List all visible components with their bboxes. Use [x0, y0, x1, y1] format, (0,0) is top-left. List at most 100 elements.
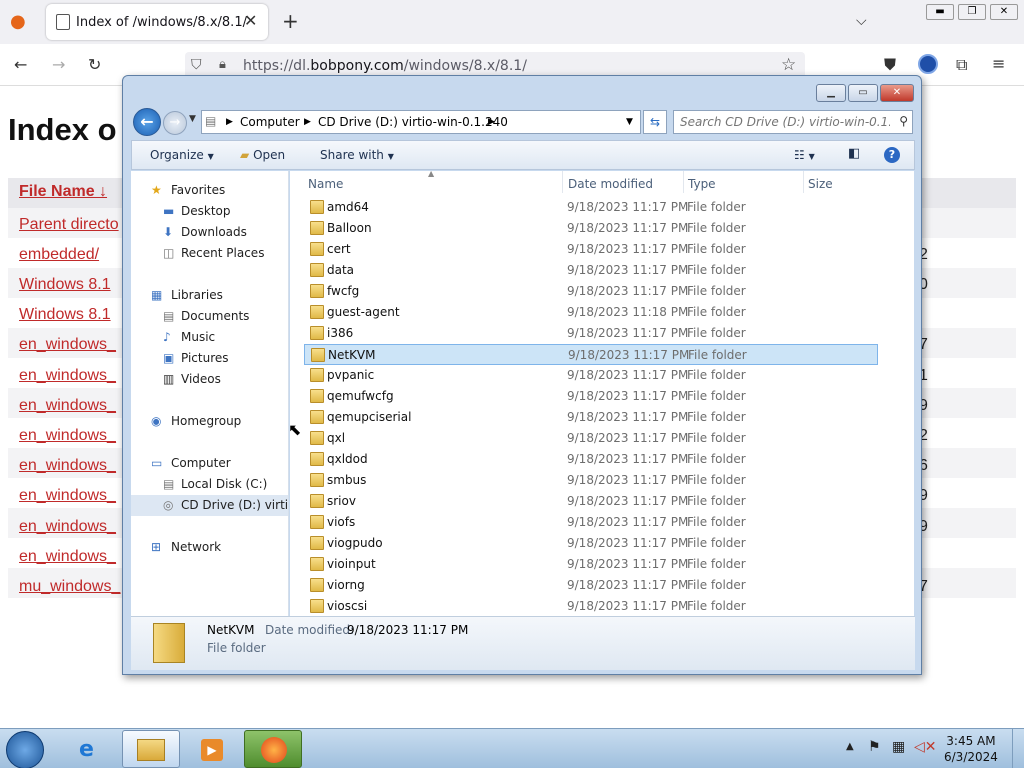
- file-link[interactable]: Windows 8.1: [19, 306, 111, 324]
- nav-computer[interactable]: Computer: [171, 456, 231, 470]
- breadcrumb-separator-icon[interactable]: ▶: [488, 117, 495, 127]
- minimize-button[interactable]: ▬: [926, 4, 954, 20]
- file-link[interactable]: en_windows_: [19, 457, 116, 475]
- nav-recent-places[interactable]: Recent Places: [181, 246, 264, 260]
- file-link[interactable]: en_windows_: [19, 518, 116, 536]
- nav-videos[interactable]: Videos: [181, 372, 221, 386]
- help-icon[interactable]: ?: [884, 147, 900, 163]
- media-player-taskbar-button[interactable]: ▶: [182, 730, 240, 768]
- shield-icon[interactable]: ⛉: [191, 57, 202, 73]
- share-with-button[interactable]: Share with ▼: [320, 148, 394, 162]
- organize-button[interactable]: Organize ▼: [150, 148, 214, 162]
- column-date-modified[interactable]: Date modified: [568, 177, 653, 191]
- show-hidden-icons[interactable]: ▲: [846, 741, 854, 752]
- address-dropdown-icon[interactable]: ▼: [626, 117, 633, 127]
- search-input[interactable]: [680, 112, 890, 132]
- file-row[interactable]: guest-agent 9/18/2023 11:18 PM File folder: [304, 302, 878, 323]
- preview-pane-icon[interactable]: ◧: [848, 146, 860, 161]
- firefox-taskbar-button[interactable]: [244, 730, 302, 768]
- file-link[interactable]: en_windows_: [19, 427, 116, 445]
- account-icon[interactable]: [918, 54, 938, 74]
- address-box[interactable]: ▤ ▶ Computer ▶ CD Drive (D:) virtio-win-…: [201, 110, 641, 134]
- file-link[interactable]: en_windows_: [19, 367, 116, 385]
- action-center-flag-icon[interactable]: ⚑: [868, 739, 881, 755]
- explorer-close-button[interactable]: ✕: [880, 84, 914, 102]
- file-row[interactable]: qxl 9/18/2023 11:17 PM File folder: [304, 428, 878, 449]
- file-row[interactable]: amd64 9/18/2023 11:17 PM File folder: [304, 197, 878, 218]
- search-box[interactable]: ⚲: [673, 110, 913, 134]
- breadcrumb-separator-icon[interactable]: ▶: [304, 117, 311, 127]
- file-link[interactable]: mu_windows_: [19, 578, 120, 596]
- open-button[interactable]: ▰ Open: [240, 148, 285, 162]
- nav-favorites[interactable]: Favorites: [171, 183, 225, 197]
- nav-downloads[interactable]: Downloads: [181, 225, 247, 239]
- column-name[interactable]: Name: [308, 177, 343, 191]
- file-row[interactable]: qemufwcfg 9/18/2023 11:17 PM File folder: [304, 386, 878, 407]
- refresh-icon[interactable]: ⇆: [643, 110, 667, 134]
- new-tab-icon[interactable]: +: [282, 11, 299, 31]
- view-options-icon[interactable]: ☷ ▼: [794, 148, 815, 162]
- nav-pictures[interactable]: Pictures: [181, 351, 229, 365]
- forward-icon[interactable]: →: [52, 55, 65, 74]
- file-row[interactable]: smbus 9/18/2023 11:17 PM File folder: [304, 470, 878, 491]
- firefox-menu-icon[interactable]: ●: [10, 13, 26, 31]
- breadcrumb-computer[interactable]: Computer: [240, 115, 300, 129]
- file-row[interactable]: Balloon 9/18/2023 11:17 PM File folder: [304, 218, 878, 239]
- extensions-icon[interactable]: ⧉: [956, 55, 967, 75]
- nav-network[interactable]: Network: [171, 540, 221, 554]
- nav-libraries[interactable]: Libraries: [171, 288, 223, 302]
- close-tab-icon[interactable]: ✕: [244, 11, 257, 30]
- nav-desktop[interactable]: Desktop: [181, 204, 231, 218]
- file-link[interactable]: en_windows_: [19, 487, 116, 505]
- file-row[interactable]: cert 9/18/2023 11:17 PM File folder: [304, 239, 878, 260]
- search-icon[interactable]: ⚲: [899, 114, 908, 128]
- column-type[interactable]: Type: [688, 177, 716, 191]
- network-tray-icon[interactable]: ▦: [892, 739, 905, 755]
- breadcrumb-separator-icon[interactable]: ▶: [226, 117, 233, 127]
- internet-explorer-taskbar-button[interactable]: e: [62, 730, 120, 768]
- sort-file-name-link[interactable]: File Name ↓: [19, 183, 107, 201]
- file-row[interactable]: qemupciserial 9/18/2023 11:17 PM File fold…: [304, 407, 878, 428]
- file-link[interactable]: Parent directo: [19, 216, 119, 234]
- clock[interactable]: 3:45 AM 6/3/2024: [944, 733, 998, 765]
- file-row[interactable]: fwcfg 9/18/2023 11:17 PM File folder: [304, 281, 878, 302]
- nav-documents[interactable]: Documents: [181, 309, 249, 323]
- file-row[interactable]: viofs 9/18/2023 11:17 PM File folder: [304, 512, 878, 533]
- file-link[interactable]: en_windows_: [19, 336, 116, 354]
- close-window-button[interactable]: ✕: [990, 4, 1018, 20]
- file-row[interactable]: vioscsi 9/18/2023 11:17 PM File folder: [304, 596, 878, 616]
- browser-tab[interactable]: Index of /windows/8.x/8.1/ ✕: [46, 4, 268, 40]
- url-text[interactable]: https://dl.bobpony.com/windows/8.x/8.1/: [243, 58, 527, 74]
- file-row[interactable]: NetKVM 9/18/2023 11:17 PM File folder: [304, 344, 878, 365]
- breadcrumb-cd-drive[interactable]: CD Drive (D:) virtio-win-0.1.240: [318, 115, 508, 129]
- file-row[interactable]: pvpanic 9/18/2023 11:17 PM File folder: [304, 365, 878, 386]
- lock-icon[interactable]: 🔒︎: [219, 57, 226, 72]
- pocket-icon[interactable]: ⛊: [884, 55, 896, 75]
- file-row[interactable]: i386 9/18/2023 11:17 PM File folder: [304, 323, 878, 344]
- file-row[interactable]: data 9/18/2023 11:17 PM File folder: [304, 260, 878, 281]
- file-row[interactable]: viogpudo 9/18/2023 11:17 PM File folder: [304, 533, 878, 554]
- file-row[interactable]: qxldod 9/18/2023 11:17 PM File folder: [304, 449, 878, 470]
- nav-music[interactable]: Music: [181, 330, 215, 344]
- file-link[interactable]: en_windows_: [19, 397, 116, 415]
- reload-icon[interactable]: ↻: [88, 55, 101, 74]
- nav-cd-drive[interactable]: CD Drive (D:) virtio-w: [181, 498, 287, 512]
- nav-local-disk[interactable]: Local Disk (C:): [181, 477, 267, 491]
- file-link[interactable]: embedded/: [19, 246, 99, 264]
- volume-muted-icon[interactable]: ◁✕: [914, 739, 937, 755]
- back-icon[interactable]: ←: [14, 55, 27, 74]
- list-tabs-icon[interactable]: ⌵: [856, 12, 867, 30]
- file-row[interactable]: sriov 9/18/2023 11:17 PM File folder: [304, 491, 878, 512]
- file-link[interactable]: en_windows_: [19, 548, 116, 566]
- file-row[interactable]: vioinput 9/18/2023 11:17 PM File folder: [304, 554, 878, 575]
- explorer-taskbar-button[interactable]: [122, 730, 180, 768]
- forward-button[interactable]: →: [163, 111, 187, 135]
- restore-button[interactable]: ❐: [958, 4, 986, 20]
- recent-pages-dropdown-icon[interactable]: ▼: [189, 114, 196, 124]
- bookmark-star-icon[interactable]: ☆: [781, 55, 796, 75]
- file-link[interactable]: Windows 8.1: [19, 276, 111, 294]
- show-desktop-button[interactable]: [1012, 729, 1024, 768]
- explorer-maximize-button[interactable]: ▭: [848, 84, 878, 102]
- column-size[interactable]: Size: [808, 177, 833, 191]
- file-row[interactable]: viorng 9/18/2023 11:17 PM File folder: [304, 575, 878, 596]
